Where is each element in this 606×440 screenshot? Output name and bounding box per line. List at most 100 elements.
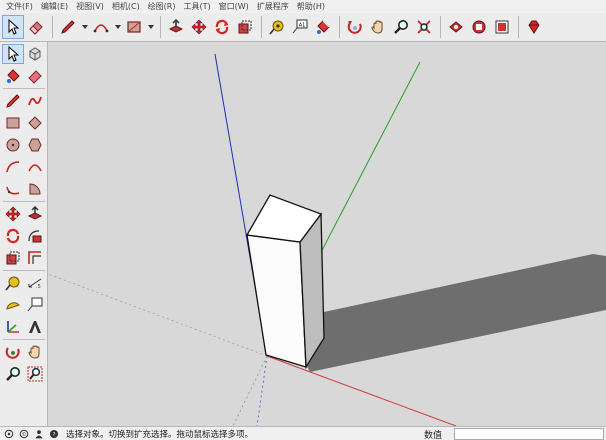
left-axes-tool[interactable]	[2, 317, 24, 337]
tool-row	[2, 66, 46, 86]
menu-camera[interactable]: 相机(C)	[108, 0, 144, 13]
zoom-extents-tool-button[interactable]	[413, 15, 435, 39]
menu-view[interactable]: 视图(V)	[72, 0, 108, 13]
scale-icon	[6, 251, 20, 265]
layout-button[interactable]	[491, 15, 513, 39]
menu-file[interactable]: 文件(F)	[2, 0, 37, 13]
arc-icon	[93, 24, 109, 33]
left-line-tool[interactable]	[2, 91, 24, 111]
left-move-tool[interactable]	[2, 204, 24, 224]
text-icon: A1	[292, 19, 308, 34]
eraser-icon	[28, 70, 42, 84]
menu-draw[interactable]: 绘图(R)	[144, 0, 180, 13]
menu-edit[interactable]: 编辑(E)	[37, 0, 72, 13]
push-pull-tool-button[interactable]	[165, 15, 187, 39]
component-icon	[29, 47, 41, 61]
eraser-tool-button[interactable]	[25, 15, 47, 39]
geo-location-icon[interactable]	[3, 428, 15, 440]
offset-icon	[28, 251, 41, 264]
left-polygon-tool[interactable]	[24, 135, 46, 155]
paint-bucket-tool-button[interactable]	[312, 15, 334, 39]
menu-tools[interactable]: 工具(T)	[180, 0, 215, 13]
text-tool-button[interactable]: A1	[289, 15, 311, 39]
left-tape-measure-tool[interactable]	[2, 273, 24, 293]
credits-icon[interactable]: ©	[18, 428, 30, 440]
ruby-console-button[interactable]	[523, 15, 545, 39]
left-rectangle-tool[interactable]	[2, 113, 24, 133]
left-follow-me-tool[interactable]	[24, 226, 46, 246]
left-offset-tool[interactable]	[24, 248, 46, 268]
rotate-tool-button[interactable]	[211, 15, 233, 39]
move-tool-button[interactable]	[188, 15, 210, 39]
help-icon[interactable]: ?	[48, 428, 60, 440]
dimension-icon: .5	[28, 278, 42, 290]
arc-tool-dropdown[interactable]	[113, 15, 122, 39]
select-tool-button[interactable]	[2, 15, 24, 39]
left-freehand-tool[interactable]	[24, 91, 46, 111]
left-pie-tool[interactable]	[24, 179, 46, 199]
left-three-point-arc-tool[interactable]	[2, 179, 24, 199]
extension-warehouse-button[interactable]	[468, 15, 490, 39]
left-arc-tool[interactable]	[2, 157, 24, 177]
red-axis-positive	[266, 355, 457, 426]
toolbar-separator	[440, 16, 441, 38]
menu-help[interactable]: 帮助(H)	[293, 0, 329, 13]
left-dimension-tool[interactable]: .5	[24, 273, 46, 293]
left-paint-tool[interactable]	[2, 66, 24, 86]
svg-text:.5: .5	[36, 284, 41, 290]
status-message: 选择对象。切换到扩充选择。拖动鼠标选择多项。	[66, 429, 254, 440]
arc-tool-button[interactable]	[90, 15, 112, 39]
rectangle-icon	[6, 117, 20, 129]
left-3d-text-tool[interactable]	[24, 317, 46, 337]
scale-tool-button[interactable]	[234, 15, 256, 39]
left-rotate-tool[interactable]	[2, 226, 24, 246]
rectangle-tool-dropdown[interactable]	[146, 15, 155, 39]
left-circle-tool[interactable]	[2, 135, 24, 155]
left-zoom-window-tool[interactable]	[24, 364, 46, 384]
svg-text:©: ©	[22, 430, 27, 437]
user-icon[interactable]	[33, 428, 45, 440]
left-protractor-tool[interactable]	[2, 295, 24, 315]
left-component-tool[interactable]	[24, 44, 46, 64]
measurements-input[interactable]	[454, 428, 604, 440]
pan-tool-button[interactable]	[367, 15, 389, 39]
status-bar: © ? 选择对象。切换到扩充选择。拖动鼠标选择多项。 数值	[0, 426, 606, 440]
tool-separator	[3, 201, 45, 202]
rotated-rectangle-icon	[28, 116, 42, 130]
menu-window[interactable]: 窗口(W)	[215, 0, 253, 13]
scale-icon	[238, 20, 252, 34]
left-text-tool[interactable]	[24, 295, 46, 315]
menu-extensions[interactable]: 扩展程序	[253, 0, 293, 13]
left-pan-tool[interactable]	[24, 342, 46, 362]
tool-row	[2, 317, 46, 337]
3d-warehouse-button[interactable]	[445, 15, 467, 39]
box-shadow	[306, 254, 606, 372]
tool-separator	[3, 270, 45, 271]
toolbar-separator	[261, 16, 262, 38]
select-icon	[8, 46, 20, 62]
follow-me-icon	[28, 230, 42, 243]
left-select-tool[interactable]	[2, 44, 24, 64]
orbit-tool-button[interactable]	[344, 15, 366, 39]
zoom-tool-button[interactable]	[390, 15, 412, 39]
tape-measure-icon	[269, 20, 284, 35]
ruby-icon	[528, 20, 540, 34]
left-eraser-tool[interactable]	[24, 66, 46, 86]
rectangle-tool-button[interactable]	[123, 15, 145, 39]
line-tool-button[interactable]	[57, 15, 79, 39]
select-icon	[8, 19, 20, 35]
tool-row	[2, 44, 46, 64]
tape-measure-tool-button[interactable]	[266, 15, 288, 39]
left-two-point-arc-tool[interactable]	[24, 157, 46, 177]
left-scale-tool[interactable]	[2, 248, 24, 268]
extension-warehouse-icon	[472, 20, 486, 34]
model-viewport[interactable]	[48, 42, 606, 426]
line-tool-dropdown[interactable]	[80, 15, 89, 39]
left-push-pull-tool[interactable]	[24, 204, 46, 224]
left-rotated-rectangle-tool[interactable]	[24, 113, 46, 133]
toolbar-separator	[339, 16, 340, 38]
toolbar-separator	[52, 16, 53, 38]
left-zoom-tool[interactable]	[2, 364, 24, 384]
paint-bucket-icon	[317, 20, 330, 34]
left-orbit-tool[interactable]	[2, 342, 24, 362]
